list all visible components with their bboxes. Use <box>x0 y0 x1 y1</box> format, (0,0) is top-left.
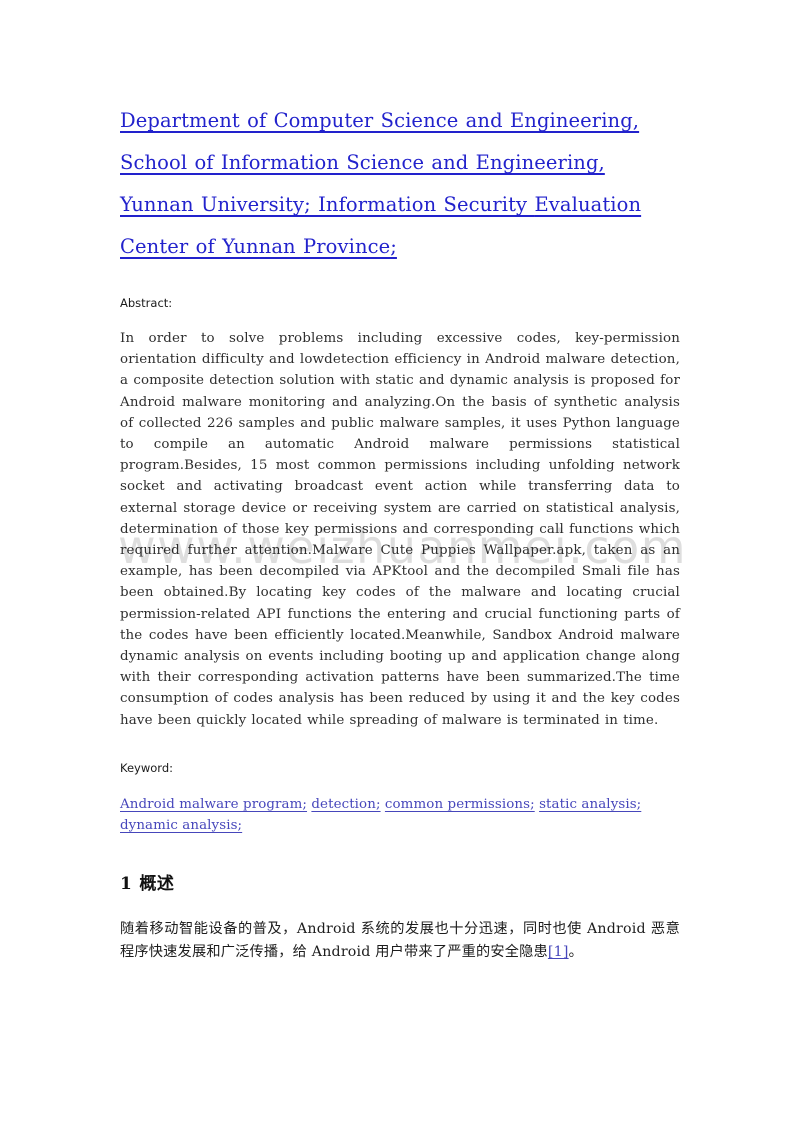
section-paragraph: 随着移动智能设备的普及，Android 系统的发展也十分迅速，同时也使 Andr… <box>120 896 680 964</box>
section-paragraph-tail: 。 <box>568 943 584 960</box>
affiliation-block: Department of Computer Science and Engin… <box>120 0 680 268</box>
document-page: Department of Computer Science and Engin… <box>0 0 800 1132</box>
keyword-label: Keyword: <box>120 760 173 775</box>
page-content: Department of Computer Science and Engin… <box>120 0 680 964</box>
affiliation-line-1[interactable]: Department of Computer Science and Engin… <box>120 109 639 132</box>
keyword-list: Android malware program; detection; comm… <box>120 776 680 836</box>
abstract-label: Abstract: <box>120 296 173 310</box>
keyword-item-3[interactable]: common permissions; <box>385 797 535 812</box>
affiliation-line-3[interactable]: Yunnan University; Information Security <box>120 193 534 216</box>
section-heading: 1 概述 <box>120 836 680 896</box>
keyword-item-4[interactable]: static analysis; <box>539 797 641 812</box>
affiliation-line-2[interactable]: School of Information Science and Engine… <box>120 151 605 174</box>
keyword-item-5[interactable]: dynamic analysis; <box>120 818 242 833</box>
section-title: 概述 <box>139 873 175 894</box>
section-paragraph-text: 随着移动智能设备的普及，Android 系统的发展也十分迅速，同时也使 Andr… <box>120 920 680 960</box>
abstract-text: In order to solve problems including exc… <box>120 331 680 728</box>
section-number: 1 <box>120 873 133 894</box>
keyword-item-2[interactable]: detection; <box>311 797 380 812</box>
keyword-item-1[interactable]: Android malware program; <box>120 797 307 812</box>
citation-link-1[interactable]: [1] <box>548 944 569 960</box>
